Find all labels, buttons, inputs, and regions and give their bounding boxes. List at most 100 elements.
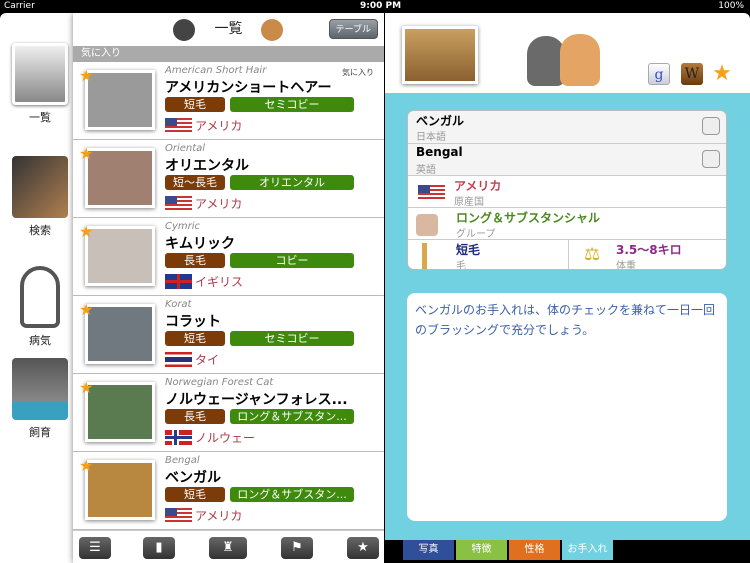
breed-english-name: Bengal	[165, 455, 200, 466]
breed-english-name: Oriental	[165, 143, 206, 154]
origin-value: アメリカ	[454, 179, 502, 193]
breed-thumbnail	[85, 460, 155, 520]
cat-icon	[173, 19, 195, 41]
list-index-icon[interactable]: ☰	[79, 537, 111, 559]
coat-weight-row: 短毛毛 ⚖ 3.5〜8キロ 体重	[408, 240, 726, 270]
coat-label: 毛	[456, 261, 466, 270]
coat-badge: 短毛	[165, 487, 225, 502]
breed-english-name: Cymric	[165, 221, 201, 232]
favorite-star-icon: ★	[79, 300, 94, 319]
care-note: ベンガルのお手入れは、体のチェックを兼ねて一日一回のブラッシングで充分でしょう。	[407, 293, 727, 521]
breed-list-panel: 一覧 テーブル 気に入り ★ American Short Hair 気に入り …	[73, 13, 384, 563]
list-item[interactable]: ★ Cymric キムリック 長毛 コビー イギリス	[73, 218, 384, 296]
sidebar-item-label: 飼育	[29, 426, 51, 439]
group-badge: ロング＆サブスタン...	[230, 487, 354, 502]
list-item[interactable]: ★ Oriental オリエンタル 短〜長毛 オリエンタル アメリカ	[73, 140, 384, 218]
name-en: Bengal	[416, 145, 463, 159]
country: アメリカ	[195, 119, 243, 133]
favorite-star-icon[interactable]: ★	[711, 63, 733, 85]
us-flag-icon	[165, 118, 192, 133]
photo-stack-icon	[12, 43, 68, 105]
list-item[interactable]: ★ Bengal ベンガル 短毛 ロング＆サブスタン... アメリカ	[73, 452, 384, 530]
breed-thumbnail	[85, 70, 155, 130]
name-jp-label: 日本語	[416, 132, 446, 143]
sidebar-item-disease[interactable]: 病気	[0, 266, 80, 348]
group-row: ロング＆サブスタンシャル グループ	[408, 208, 726, 240]
detail-header: g W ★	[385, 13, 750, 93]
tab-personality[interactable]: 性格	[509, 540, 560, 560]
name-en-label: 英語	[416, 165, 436, 176]
google-icon[interactable]: g	[648, 63, 670, 85]
country: ノルウェー	[195, 431, 256, 445]
country: アメリカ	[195, 509, 243, 523]
breed-japanese-name: キムリック	[165, 236, 235, 252]
comb-icon	[422, 243, 427, 269]
breed-thumbnail	[85, 226, 155, 286]
breed-english-name: Norwegian Forest Cat	[165, 377, 274, 388]
coat-badge: 長毛	[165, 253, 225, 268]
list-item[interactable]: ★ Korat コラット 短毛 セミコビー タイ	[73, 296, 384, 374]
coat-badge: 短〜長毛	[165, 175, 225, 190]
no-flag-icon	[165, 430, 192, 445]
sidebar-item-list[interactable]: 一覧	[0, 43, 80, 125]
sidebar-item-search[interactable]: 検索	[0, 156, 80, 238]
detail-panel: g W ★ ベンガル日本語 Bengal 英語 アメリカ原産国 ロング＆サブスタン…	[385, 13, 750, 563]
breed-thumbnail	[85, 148, 155, 208]
list-toolbar: ☰ ▮ ♜ ⚑ ★	[73, 530, 384, 563]
sidebar-item-label: 病気	[29, 334, 51, 347]
group-badge: セミコビー	[230, 331, 354, 346]
coat-badge: 長毛	[165, 409, 225, 424]
flag-icon[interactable]: ⚑	[281, 537, 313, 559]
breed-english-name: American Short Hair	[165, 65, 267, 76]
group-badge: セミコビー	[230, 97, 354, 112]
tab-features[interactable]: 特徴	[456, 540, 507, 560]
name-jp: ベンガル	[416, 114, 465, 128]
breed-english-name: Korat	[165, 299, 192, 310]
sidebar-item-care[interactable]: 飼育	[0, 358, 80, 440]
group-value: ロング＆サブスタンシャル	[456, 211, 601, 225]
breed-photo[interactable]	[402, 26, 478, 84]
coat-badge: 短毛	[165, 97, 225, 112]
coat-badge: 短毛	[165, 331, 225, 346]
group-badge: ロング＆サブスタン...	[230, 409, 354, 424]
breed-japanese-name: ノルウェージャンフォレス...	[165, 392, 348, 408]
us-flag-icon	[165, 508, 192, 523]
cat-group-icon	[416, 214, 438, 236]
page-title: 一覧	[214, 21, 243, 37]
favorite-star-icon: ★	[79, 66, 94, 85]
detail-content: ベンガル日本語 Bengal 英語 アメリカ原産国 ロング＆サブスタンシャル グルー…	[385, 93, 750, 540]
us-flag-icon	[165, 196, 192, 211]
origin-label: 原産国	[454, 197, 484, 208]
scale-icon: ⚖	[584, 244, 601, 265]
clock: 9:00 PM	[360, 1, 402, 11]
list-item[interactable]: ★ Norwegian Forest Cat ノルウェージャンフォレス... 長…	[73, 374, 384, 452]
breed-thumbnail	[85, 382, 155, 442]
wikipedia-icon[interactable]: W	[681, 63, 703, 85]
us-flag-icon	[418, 185, 445, 200]
search-icon	[12, 156, 68, 218]
copy-icon[interactable]	[702, 117, 720, 135]
cat-group-icon[interactable]: ♜	[209, 537, 247, 559]
list-item[interactable]: ★ American Short Hair 気に入り アメリカンショートヘアー …	[73, 62, 384, 140]
star-icon[interactable]: ★	[347, 537, 379, 559]
favorite-star-icon: ★	[79, 378, 94, 397]
tab-care[interactable]: お手入れ	[562, 540, 613, 560]
breed-japanese-name: オリエンタル	[165, 158, 249, 174]
favorite-label: 気に入り	[342, 68, 374, 77]
carrier: Carrier	[4, 1, 35, 11]
list-header: 一覧 テーブル	[73, 13, 384, 46]
copy-icon[interactable]	[702, 150, 720, 168]
breed-info-card: ベンガル日本語 Bengal 英語 アメリカ原産国 ロング＆サブスタンシャル グルー…	[407, 110, 727, 270]
tab-photo[interactable]: 写真	[403, 540, 454, 560]
weight-label: 体重	[616, 261, 636, 270]
table-button[interactable]: テーブル	[328, 19, 378, 39]
sidebar-item-label: 検索	[29, 224, 51, 237]
country: アメリカ	[195, 197, 243, 211]
stethoscope-icon	[20, 266, 60, 328]
group-badge: オリエンタル	[230, 175, 354, 190]
breed-japanese-name: アメリカンショートヘアー	[165, 80, 332, 96]
divider	[568, 240, 569, 269]
favorite-star-icon: ★	[79, 456, 94, 475]
breed-thumbnail	[85, 304, 155, 364]
comb-icon[interactable]: ▮	[143, 537, 175, 559]
